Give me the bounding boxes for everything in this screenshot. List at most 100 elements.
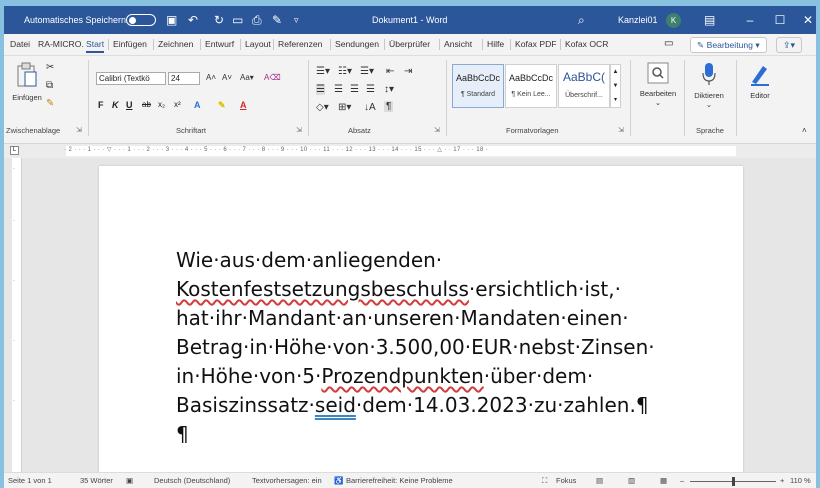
pen-icon[interactable]: ✎: [272, 6, 282, 34]
style-standard[interactable]: AaBbCcDc ¶ Standard: [452, 64, 504, 108]
text-line[interactable]: Basiszinssatz·seid·dem·14.03.2023·zu·zah…: [176, 391, 716, 420]
styles-gallery-scroll[interactable]: ▲ ▼ ▾: [610, 64, 621, 108]
line-spacing-icon[interactable]: ↕▾: [384, 84, 394, 95]
text-line[interactable]: in·Höhe·von·5·Prozendpunkten·über·dem·: [176, 362, 716, 391]
font-color-icon[interactable]: A: [240, 100, 247, 110]
text-line[interactable]: hat·ihr·Mandant·an·unseren·Mandaten·eine…: [176, 304, 716, 333]
share-icon[interactable]: ⇪▾: [776, 37, 802, 53]
show-marks-icon[interactable]: ¶: [384, 101, 394, 112]
zoom-in-icon[interactable]: +: [780, 476, 784, 485]
document-page[interactable]: Wie·aus·dem·anliegenden· Kostenfestsetzun…: [99, 166, 743, 472]
text-line[interactable]: Betrag·in·Höhe·von·3.500,00·EUR·nebst·Zi…: [176, 333, 716, 362]
focus-button[interactable]: Fokus: [556, 476, 576, 485]
ribbon-display-icon[interactable]: ▤: [704, 6, 715, 34]
sort-icon[interactable]: ↓A: [364, 102, 376, 113]
print-icon[interactable]: ⎙: [252, 6, 262, 34]
paste-button[interactable]: Einfügen: [10, 62, 44, 102]
undo-icon[interactable]: ↶: [188, 6, 198, 34]
zoom-out-icon[interactable]: –: [680, 476, 684, 485]
avatar[interactable]: K: [666, 13, 681, 28]
multilevel-icon[interactable]: ☰▾: [360, 66, 374, 77]
bullets-icon[interactable]: ☰▾: [316, 66, 330, 77]
read-mode-icon[interactable]: ▤: [596, 476, 603, 485]
account-name[interactable]: Kanzlei01: [618, 6, 658, 34]
tab-einfuegen[interactable]: Einfügen: [113, 39, 147, 49]
close-icon[interactable]: ✕: [792, 6, 816, 34]
tab-entwurf[interactable]: Entwurf: [205, 39, 234, 49]
highlight-icon[interactable]: ✎: [218, 100, 226, 111]
accessibility-status[interactable]: Barrierefreiheit: Keine Probleme: [346, 476, 453, 485]
tab-selector[interactable]: L: [10, 146, 19, 155]
text-predictions[interactable]: Textvorhersagen: ein: [252, 476, 322, 485]
tab-layout[interactable]: Layout: [245, 39, 271, 49]
language-indicator[interactable]: Deutsch (Deutschland): [154, 476, 230, 485]
edit-mode-button[interactable]: ✎ Bearbeitung ▾: [690, 37, 767, 53]
open-icon[interactable]: ▭: [232, 6, 243, 34]
proofing-icon[interactable]: ▣: [126, 476, 133, 485]
word-count[interactable]: 35 Wörter: [80, 476, 113, 485]
decrease-indent-icon[interactable]: ⇤: [386, 66, 394, 77]
increase-indent-icon[interactable]: ⇥: [404, 66, 412, 77]
text-line[interactable]: Kostenfestsetzungsbeschulss·ersichtlich·…: [176, 275, 716, 304]
format-painter-icon[interactable]: ✎: [46, 98, 54, 109]
underline-icon[interactable]: U: [126, 100, 133, 110]
page-count[interactable]: Seite 1 von 1: [8, 476, 52, 485]
subscript-icon[interactable]: x₂: [158, 100, 165, 109]
justify-icon[interactable]: ☰: [366, 84, 375, 95]
search-icon[interactable]: ⌕: [578, 6, 585, 34]
launcher-icon[interactable]: ⇲: [76, 126, 82, 134]
font-name-box[interactable]: Calibri (Textkö: [96, 72, 166, 85]
bold-icon[interactable]: F: [98, 100, 104, 110]
text-line[interactable]: ¶: [176, 420, 716, 449]
document-body[interactable]: Wie·aus·dem·anliegenden· Kostenfestsetzun…: [176, 246, 716, 449]
editor-button[interactable]: Editor: [742, 62, 778, 100]
text-line[interactable]: Wie·aus·dem·anliegenden·: [176, 246, 716, 275]
web-layout-icon[interactable]: ▦: [660, 476, 667, 485]
italic-icon[interactable]: K: [112, 100, 119, 110]
style-no-spacing[interactable]: AaBbCcDc ¶ Kein Lee...: [505, 64, 557, 108]
grow-font-icon[interactable]: A˄: [206, 73, 216, 82]
change-case-icon[interactable]: Aa▾: [240, 73, 254, 82]
superscript-icon[interactable]: x²: [174, 100, 181, 109]
zoom-level[interactable]: 110 %: [790, 476, 811, 485]
customize-qat-icon[interactable]: ▿: [294, 6, 299, 34]
tab-kofax-pdf[interactable]: Kofax PDF: [515, 39, 557, 49]
text-effects-icon[interactable]: A: [194, 100, 201, 110]
dictate-button[interactable]: Diktieren ⌄: [688, 62, 730, 109]
redo-icon[interactable]: ↻: [214, 6, 224, 34]
autosave-toggle[interactable]: [126, 14, 156, 26]
launcher-icon[interactable]: ⇲: [296, 126, 302, 134]
tab-referenzen[interactable]: Referenzen: [278, 39, 322, 49]
tab-ueberpruefer[interactable]: Überprüfer: [389, 39, 430, 49]
style-heading-1[interactable]: AaBbC( Überschrif...: [558, 64, 610, 108]
align-center-icon[interactable]: ☰: [334, 84, 343, 95]
align-right-icon[interactable]: ☰: [350, 84, 359, 95]
borders-icon[interactable]: ⊞▾: [338, 102, 351, 113]
editing-button[interactable]: Bearbeiten ⌄: [638, 62, 678, 107]
collapse-ribbon-icon[interactable]: ˄: [802, 126, 807, 135]
clear-formatting-icon[interactable]: A⌫: [264, 73, 281, 82]
shrink-font-icon[interactable]: A˅: [222, 73, 232, 82]
zoom-slider-thumb[interactable]: [732, 477, 735, 486]
copy-icon[interactable]: ⧉: [46, 80, 53, 91]
strikethrough-icon[interactable]: ab: [142, 100, 151, 109]
align-left-icon[interactable]: ☰: [316, 84, 325, 95]
tab-hilfe[interactable]: Hilfe: [487, 39, 504, 49]
minimize-icon[interactable]: –: [734, 6, 766, 34]
tab-datei[interactable]: Datei: [10, 39, 30, 49]
launcher-icon[interactable]: ⇲: [618, 126, 624, 134]
font-size-box[interactable]: 24: [168, 72, 200, 85]
shading-icon[interactable]: ◇▾: [316, 102, 329, 113]
cut-icon[interactable]: ✂: [46, 62, 54, 73]
tab-zeichnen[interactable]: Zeichnen: [158, 39, 193, 49]
tab-ansicht[interactable]: Ansicht: [444, 39, 472, 49]
launcher-icon[interactable]: ⇲: [434, 126, 440, 134]
tab-kofax-ocr[interactable]: Kofax OCR: [565, 39, 608, 49]
tab-start[interactable]: Start: [86, 39, 105, 53]
tab-sendungen[interactable]: Sendungen: [335, 39, 379, 49]
comment-icon[interactable]: ▭: [664, 38, 673, 49]
print-layout-icon[interactable]: ▥: [628, 476, 635, 485]
numbering-icon[interactable]: ☷▾: [338, 66, 352, 77]
save-icon[interactable]: ▣: [166, 6, 177, 34]
tab-ra-micro[interactable]: RA-MICRO.: [38, 39, 84, 49]
